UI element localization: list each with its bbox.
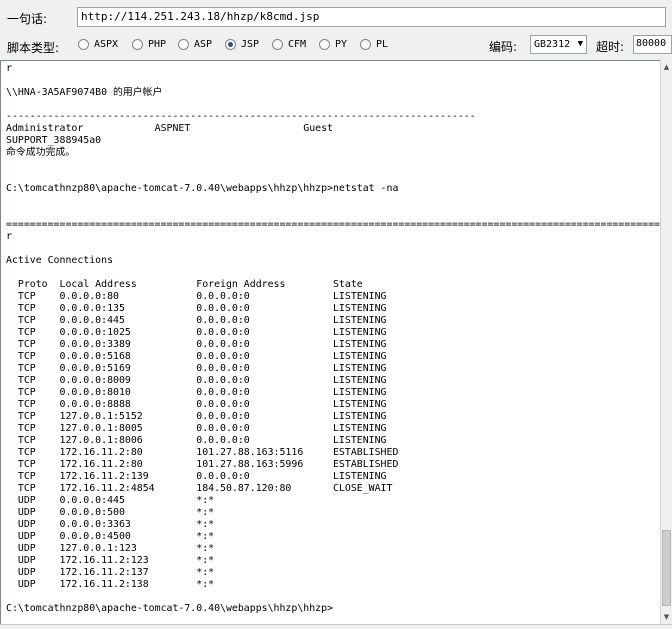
encoding-value: GB2312 — [534, 39, 571, 50]
radio-label: ASP — [194, 39, 213, 50]
script-type-label: 脚本类型: — [7, 41, 60, 55]
radio-button-icon[interactable] — [272, 39, 283, 50]
output-line: 命令成功完成。 — [6, 147, 76, 158]
output-line: UDP 0.0.0.0:445 *:* — [6, 495, 215, 506]
output-line: TCP 172.16.11.2:80 101.27.88.163:5116 ES… — [6, 447, 399, 458]
output-line: r — [6, 231, 12, 242]
output-line: UDP 172.16.11.2:138 *:* — [6, 579, 215, 590]
radio-jsp[interactable]: JSP — [225, 39, 259, 50]
output-line: Administrator ASPNET Guest — [6, 123, 333, 134]
output-line: Active Connections — [6, 255, 114, 266]
radio-asp[interactable]: ASP — [178, 39, 212, 50]
output-line: \\HNA-3A5AF9074B0 的用户帐户 — [6, 87, 163, 98]
output-line: TCP 0.0.0.0:5168 0.0.0.0:0 LISTENING — [6, 351, 387, 362]
output-line: TCP 0.0.0.0:8010 0.0.0.0:0 LISTENING — [6, 387, 387, 398]
output-line: UDP 172.16.11.2:123 *:* — [6, 555, 215, 566]
output-line: UDP 0.0.0.0:4500 *:* — [6, 531, 215, 542]
output-line: TCP 0.0.0.0:8888 0.0.0.0:0 LISTENING — [6, 399, 387, 410]
radio-button-icon[interactable] — [132, 39, 143, 50]
radio-label: CFM — [288, 39, 307, 50]
output-line: TCP 172.16.11.2:139 0.0.0.0:0 LISTENING — [6, 471, 387, 482]
output-line: TCP 172.16.11.2:80 101.27.88.163:5996 ES… — [6, 459, 399, 470]
radio-cfm[interactable]: CFM — [272, 39, 306, 50]
output-line: C:\tomcathnzp80\apache-tomcat-7.0.40\web… — [6, 183, 399, 194]
output-line: Proto Local Address Foreign Address Stat… — [6, 279, 363, 290]
vertical-scrollbar[interactable]: ▲ ▼ — [660, 60, 672, 624]
output-line: TCP 127.0.0.1:5152 0.0.0.0:0 LISTENING — [6, 411, 387, 422]
output-line: SUPPORT_388945a0 — [6, 135, 102, 146]
output-text: r \\HNA-3A5AF9074B0 的用户帐户 --------------… — [1, 61, 660, 615]
radio-php[interactable]: PHP — [132, 39, 166, 50]
output-line: TCP 127.0.0.1:8005 0.0.0.0:0 LISTENING — [6, 423, 387, 434]
radio-button-selected-icon[interactable] — [225, 39, 236, 50]
url-bar: 一句话: http://114.251.243.18/hhzp/k8cmd.js… — [0, 0, 672, 34]
radio-button-icon[interactable] — [360, 39, 371, 50]
output-line: UDP 127.0.0.1:123 *:* — [6, 543, 215, 554]
output-line: TCP 0.0.0.0:135 0.0.0.0:0 LISTENING — [6, 303, 387, 314]
output-line: UDP 172.16.11.2:137 *:* — [6, 567, 215, 578]
output-line: TCP 0.0.0.0:5169 0.0.0.0:0 LISTENING — [6, 363, 387, 374]
radio-py[interactable]: PY — [319, 39, 347, 50]
radio-pl[interactable]: PL — [360, 39, 388, 50]
output-line: C:\tomcathnzp80\apache-tomcat-7.0.40\web… — [6, 603, 333, 614]
output-line: TCP 0.0.0.0:80 0.0.0.0:0 LISTENING — [6, 291, 387, 302]
radio-aspx[interactable]: ASPX — [78, 39, 118, 50]
sentence-label: 一句话: — [7, 12, 48, 26]
radio-button-icon[interactable] — [319, 39, 330, 50]
output-line: TCP 172.16.11.2:4854 184.50.87.120:80 CL… — [6, 483, 393, 494]
encoding-label: 编码: — [489, 40, 518, 54]
output-line: TCP 0.0.0.0:1025 0.0.0.0:0 LISTENING — [6, 327, 387, 338]
radio-label: PHP — [148, 39, 167, 50]
radio-label: PY — [335, 39, 348, 50]
output-line: TCP 0.0.0.0:445 0.0.0.0:0 LISTENING — [6, 315, 387, 326]
encoding-select[interactable]: GB2312 ▼ — [530, 35, 587, 54]
radio-button-icon[interactable] — [178, 39, 189, 50]
output-line: TCP 0.0.0.0:3389 0.0.0.0:0 LISTENING — [6, 339, 387, 350]
chevron-down-icon[interactable]: ▼ — [578, 36, 583, 53]
output-line: r — [6, 63, 12, 74]
output-line: ----------------------------------------… — [6, 111, 476, 122]
output-line: TCP 127.0.0.1:8006 0.0.0.0:0 LISTENING — [6, 435, 387, 446]
radio-label: JSP — [241, 39, 260, 50]
bottom-edge — [0, 624, 672, 629]
scroll-up-icon[interactable]: ▲ — [661, 60, 672, 74]
radio-label: ASPX — [94, 39, 119, 50]
output-line: UDP 0.0.0.0:3363 *:* — [6, 519, 215, 530]
scroll-thumb[interactable] — [662, 530, 671, 606]
timeout-input[interactable]: 80000 — [633, 35, 672, 54]
output-line: ========================================… — [6, 219, 660, 230]
scroll-down-icon[interactable]: ▼ — [661, 610, 672, 624]
command-output[interactable]: r \\HNA-3A5AF9074B0 的用户帐户 --------------… — [0, 60, 660, 624]
url-input[interactable]: http://114.251.243.18/hhzp/k8cmd.jsp — [77, 7, 666, 27]
output-line: UDP 0.0.0.0:500 *:* — [6, 507, 215, 518]
timeout-label: 超时: — [596, 40, 625, 54]
radio-button-icon[interactable] — [78, 39, 89, 50]
radio-label: PL — [376, 39, 389, 50]
output-line: TCP 0.0.0.0:8009 0.0.0.0:0 LISTENING — [6, 375, 387, 386]
